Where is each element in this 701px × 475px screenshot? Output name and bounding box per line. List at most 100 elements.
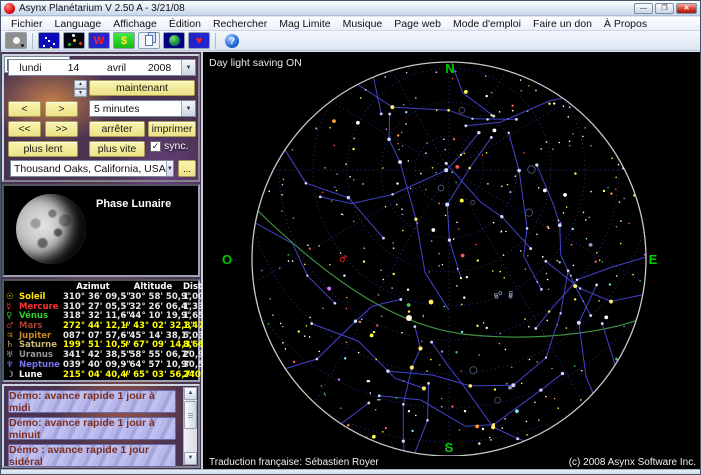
sync-checkbox[interactable]: ✓ <box>150 140 161 152</box>
spinner-down-icon[interactable]: ▼ <box>74 88 87 97</box>
menu-edition[interactable]: Édition <box>163 18 207 30</box>
chevron-down-icon[interactable]: ▼ <box>181 101 195 116</box>
table-row-mars: ♂ Mars 272° 44' 12,1" + 43° 02' 32,8" 1,… <box>6 321 226 332</box>
planet-name: Lune <box>19 369 43 380</box>
planet-name: Soleil <box>19 292 46 302</box>
table-row-uranus: ♅ Uranus 341° 42' 38,5" - 58° 55' 06,7" … <box>6 350 226 361</box>
menu-affichage[interactable]: Affichage <box>107 18 163 30</box>
planet-symbol: ☿ <box>6 301 12 312</box>
planet-symbol: ♃ <box>6 330 14 341</box>
table-row-venus: ♀ Vénus 318° 32' 11,6" - 44° 10' 19,9" 1… <box>6 311 226 322</box>
menu-faire-un-don[interactable]: Faire un don <box>527 18 598 30</box>
table-row-saturne: ♄ Saturne 199° 51' 10,5" + 67° 09' 14,3"… <box>6 340 226 351</box>
table-row-lune: ☽ Lune 215° 04' 40,4" + 65° 03' 56,7" 24… <box>6 369 230 380</box>
date-year: 2008 <box>147 61 172 74</box>
title-bar: Asynx Planétarium V 2.50 A - 3/21/08 — ❐… <box>1 1 700 16</box>
constellation-icon[interactable] <box>38 32 60 49</box>
left-panel: lundi 14 avril 2008 ▼ 22 :09:53 ▲ ▼ main… <box>1 52 230 469</box>
planet-symbol: ♀ <box>6 311 13 322</box>
sky-column: Day light saving ON ♂ N O E S Traduction fra… <box>203 52 701 469</box>
close-button[interactable]: ✕ <box>676 2 697 14</box>
date-combobox[interactable]: lundi 14 avril 2008 ▼ <box>8 59 196 76</box>
slower-button[interactable]: plus lent <box>8 141 78 157</box>
star-chart[interactable]: ♂ N O E S <box>203 52 701 456</box>
sky-view[interactable]: Day light saving ON ♂ N O E S <box>203 52 701 456</box>
toolbar-separator <box>32 32 33 49</box>
menu-mag-limite[interactable]: Mag Limite <box>273 18 336 30</box>
globe-icon[interactable] <box>163 32 185 49</box>
demo-panel: Démo: avance rapide 1 jour à midi Démo: … <box>2 384 200 468</box>
fast-back-button[interactable]: << <box>8 121 41 137</box>
scroll-down-icon[interactable]: ▼ <box>184 452 197 465</box>
table-row-mercure: ☿ Mercure 310° 27' 05,5" - 32° 26' 06,4"… <box>6 301 226 312</box>
help-icon[interactable]: ? <box>221 32 243 49</box>
status-bar: Traduction française: Sébastien Royer (c… <box>203 456 700 469</box>
date-weekday: lundi <box>19 61 42 74</box>
step-forward-button[interactable]: > <box>45 101 78 117</box>
status-copyright: (c) 2008 Asynx Software Inc. <box>568 457 696 468</box>
scrollbar-thumb[interactable] <box>184 401 197 429</box>
svg-text:S: S <box>445 440 454 455</box>
interval-value: 5 minutes <box>94 102 140 115</box>
donate-dollar-icon[interactable]: $ <box>113 32 135 49</box>
now-button[interactable]: maintenant <box>89 80 195 96</box>
menu-a-propos[interactable]: À Propos <box>598 18 653 30</box>
moon-phase-panel: Phase Lunaire <box>2 184 200 277</box>
window-bottom-frame <box>1 469 700 474</box>
datetime-controls: lundi 14 avril 2008 ▼ 22 :09:53 ▲ ▼ main… <box>2 54 200 182</box>
window-title: Asynx Planétarium V 2.50 A - 3/21/08 <box>19 2 185 14</box>
moon-phase-label: Phase Lunaire <box>96 198 172 210</box>
planet-table: Azimut Altitude Distance ☉ Soleil 310° 3… <box>2 279 230 382</box>
planet-name: Vénus <box>19 311 49 322</box>
step-back-button[interactable]: < <box>8 101 41 117</box>
fast-forward-button[interactable]: >> <box>45 121 78 137</box>
app-icon <box>4 2 15 14</box>
planet-name: Jupiter <box>19 330 52 341</box>
menu-mode-emploi[interactable]: Mode d'emploi <box>447 18 527 30</box>
stop-button[interactable]: arrêter <box>89 121 145 137</box>
web-w-icon[interactable]: W <box>88 32 110 49</box>
svg-text:N: N <box>445 61 454 76</box>
demo-midnight-button[interactable]: Démo: avance rapide 1 jour à minuit <box>8 417 176 441</box>
daylight-saving-label: Day light saving ON <box>209 57 302 69</box>
menu-bar: Fichier Language Affichage Édition Reche… <box>1 17 700 31</box>
table-row-jupiter: ♃ Jupiter 087° 07' 57,6" - 45° 14' 38,1"… <box>6 330 226 341</box>
demo-sidereal-button[interactable]: Démo : avance rapide 1 jour sidéral <box>8 444 176 468</box>
location-more-button[interactable]: ... <box>178 160 196 177</box>
copy-icon[interactable] <box>138 32 160 49</box>
moon-image <box>16 194 86 264</box>
menu-fichier[interactable]: Fichier <box>5 18 49 30</box>
header-altitude: Altitude <box>133 281 173 292</box>
image-icon[interactable] <box>5 32 27 49</box>
spinner-up-icon[interactable]: ▲ <box>74 80 87 89</box>
date-month: avril <box>106 61 127 74</box>
header-azimut: Azimut <box>76 281 110 292</box>
planet-symbol: ☉ <box>6 292 14 302</box>
planet-symbol: ♆ <box>6 359 14 370</box>
planet-symbol: ♅ <box>6 350 14 361</box>
maximize-button[interactable]: ❐ <box>655 2 674 14</box>
menu-language[interactable]: Language <box>49 18 108 30</box>
demo-scrollbar[interactable]: ▲ ▼ <box>183 387 197 465</box>
location-value: Thousand Oaks, California, USA <box>14 162 166 175</box>
print-button[interactable]: imprimer <box>148 121 196 137</box>
scroll-up-icon[interactable]: ▲ <box>184 387 197 400</box>
menu-rechercher[interactable]: Rechercher <box>207 18 273 30</box>
chevron-down-icon[interactable]: ▼ <box>181 60 195 75</box>
svg-text:♂: ♂ <box>339 255 347 265</box>
planet-name: Mars <box>19 321 43 332</box>
planets-icon[interactable] <box>63 32 85 49</box>
faster-button[interactable]: plus vite <box>89 141 145 157</box>
chevron-down-icon[interactable]: ▼ <box>165 161 173 176</box>
planet-symbol: ♂ <box>6 321 14 332</box>
planet-name: Saturne <box>19 340 57 351</box>
menu-musique[interactable]: Musique <box>337 18 389 30</box>
minimize-button[interactable]: — <box>634 2 653 14</box>
table-row-soleil: ☉ Soleil 310° 36' 09,5" - 30° 58' 50,9" … <box>6 292 226 302</box>
menu-page-web[interactable]: Page web <box>388 18 447 30</box>
interval-combobox[interactable]: 5 minutes ▼ <box>89 100 196 117</box>
location-combobox[interactable]: Thousand Oaks, California, USA ▼ <box>10 160 174 177</box>
heart-icon[interactable]: ♥ <box>188 32 210 49</box>
planet-symbol: ☽ <box>6 369 14 380</box>
demo-noon-button[interactable]: Démo: avance rapide 1 jour à midi <box>8 390 176 414</box>
